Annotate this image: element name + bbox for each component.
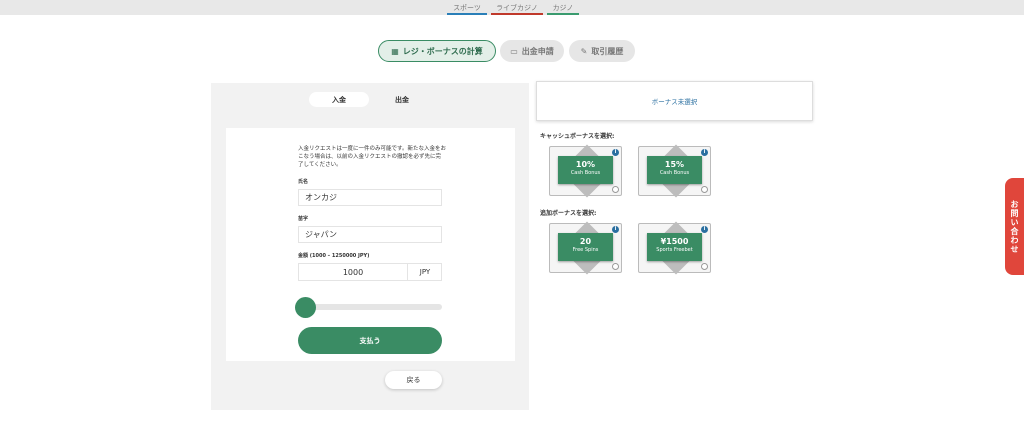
tab-cashier-label: レジ・ボーナスの計算 (402, 46, 483, 56)
bonus-label: Sports Freebet (656, 247, 693, 253)
bonus-badge: ¥1500 Sports Freebet (647, 233, 702, 261)
amount-field[interactable]: 1000 JPY (298, 263, 442, 281)
bonus-radio[interactable] (701, 263, 708, 270)
bonus-card-free-spins[interactable]: 20 Free Spins i (549, 221, 622, 275)
amount-slider-track[interactable] (298, 304, 442, 310)
amount-value: 1000 (342, 268, 364, 277)
top-tab-live-casino[interactable]: ライブカジノ (491, 3, 543, 15)
amount-label: 金額 (1000 – 1250000 JPY) (298, 253, 370, 259)
info-icon[interactable]: i (701, 226, 708, 233)
tab-transaction-history[interactable]: ✎ 取引履歴 (569, 40, 635, 62)
contact-us-button[interactable]: お問い合わせ (1005, 178, 1024, 275)
currency-label: JPY (407, 264, 442, 280)
name-field[interactable]: オンカジ (298, 189, 442, 206)
top-tab-sports[interactable]: スポーツ (447, 3, 487, 15)
extra-bonus-heading: 追加ボーナスを選択: (540, 210, 597, 217)
tab-history-label: 取引履歴 (591, 46, 624, 56)
bonus-value: 15% (664, 160, 685, 169)
info-icon[interactable]: i (612, 149, 619, 156)
wallet-icon: ▭ (510, 46, 518, 56)
calculator-icon: ▦ (391, 46, 399, 56)
deposit-notice: 入金リクエストは一度に一件のみ可能です。新たな入金をおこなう場合は、以前の入金リ… (298, 146, 446, 168)
tab-withdraw-request[interactable]: ▭ 出金申請 (500, 40, 564, 62)
bonus-label: Cash Bonus (659, 170, 690, 176)
tab-cashier-bonus[interactable]: ▦ レジ・ボーナスの計算 (378, 40, 496, 62)
subtab-deposit[interactable]: 入金 (309, 92, 369, 107)
surname-field[interactable]: ジャパン (298, 226, 442, 243)
no-bonus-selected[interactable]: ボーナス未選択 (536, 81, 813, 121)
bonus-card-cash-15[interactable]: 15% Cash Bonus i (638, 144, 711, 198)
bonus-badge: 15% Cash Bonus (647, 156, 702, 184)
bonus-value: ¥1500 (660, 237, 689, 246)
name-label: 氏名 (298, 179, 309, 185)
bonus-badge: 10% Cash Bonus (558, 156, 613, 184)
back-button[interactable]: 戻る (385, 371, 442, 389)
tab-withdraw-label: 出金申請 (521, 46, 554, 56)
bonus-label: Cash Bonus (570, 170, 601, 176)
top-tab-casino[interactable]: カジノ (547, 3, 579, 15)
pay-button[interactable]: 支払う (298, 327, 442, 354)
amount-slider-handle[interactable] (295, 297, 316, 318)
bonus-badge: 20 Free Spins (558, 233, 613, 261)
bonus-card-sports-freebet[interactable]: ¥1500 Sports Freebet i (638, 221, 711, 275)
bonus-radio[interactable] (612, 263, 619, 270)
contact-us-label: お問い合わせ (1010, 199, 1019, 254)
bonus-card-cash-10[interactable]: 10% Cash Bonus i (549, 144, 622, 198)
bonus-value: 20 (579, 237, 592, 246)
bonus-value: 10% (575, 160, 596, 169)
bonus-radio[interactable] (701, 186, 708, 193)
handshake-icon: ✎ (580, 46, 588, 56)
info-icon[interactable]: i (612, 226, 619, 233)
info-icon[interactable]: i (701, 149, 708, 156)
cash-bonus-heading: キャッシュボーナスを選択: (540, 133, 615, 140)
bonus-label: Free Spins (572, 247, 599, 253)
bonus-radio[interactable] (612, 186, 619, 193)
surname-label: 苗字 (298, 216, 309, 222)
subtab-withdraw[interactable]: 出金 (372, 92, 432, 107)
